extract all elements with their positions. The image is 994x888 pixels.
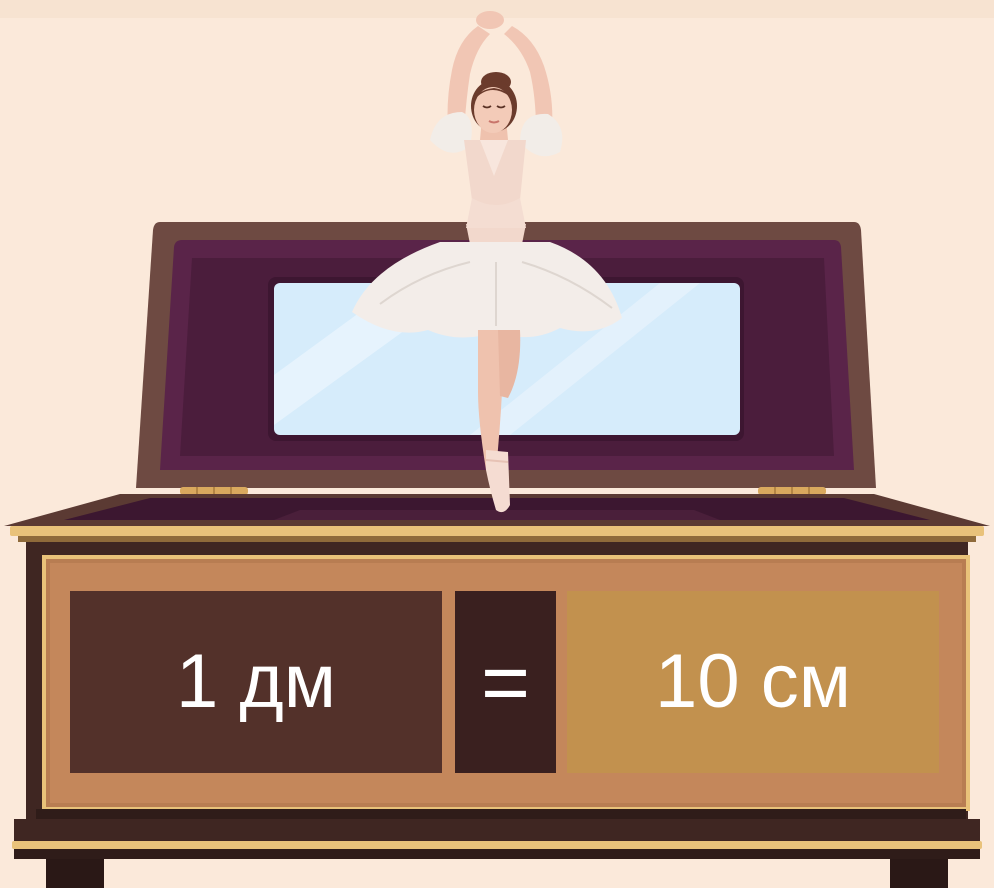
right-value-panel: 10 см <box>567 591 939 773</box>
equals-sign-panel: = <box>455 591 556 773</box>
hinge-icon-right <box>758 487 826 495</box>
hinge-icon-left <box>180 487 248 495</box>
equals-sign-text: = <box>480 635 531 729</box>
left-value-text: 1 дм <box>176 639 336 724</box>
right-value-text: 10 см <box>655 639 851 724</box>
left-value-panel: 1 дм <box>70 591 442 773</box>
